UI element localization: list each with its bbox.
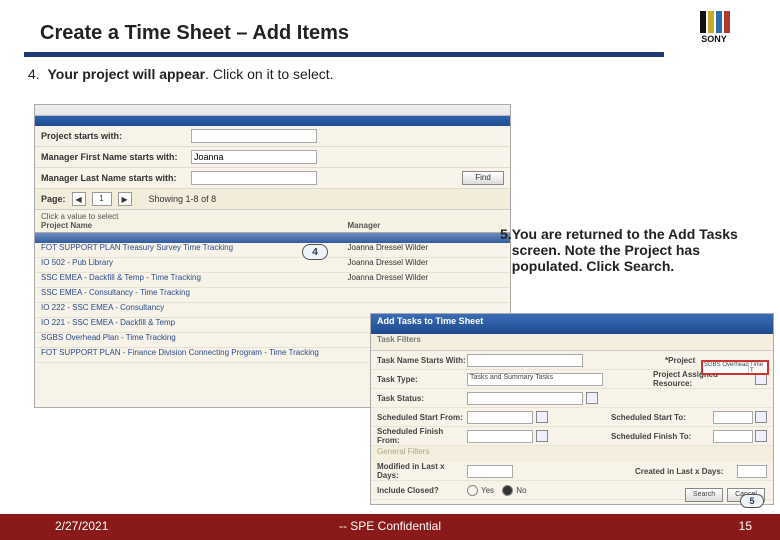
include-closed-no[interactable] [502,485,513,496]
slide-footer: 2/27/2021 -- SPE Confidential 15 [0,514,780,540]
sched-finish-to[interactable] [713,430,753,443]
dialog-title: Add Tasks to Time Sheet [371,314,773,334]
table-row[interactable]: IO 502 - Pub LibraryJoanna Dressel Wilde… [35,258,510,273]
calendar-icon[interactable] [755,411,767,423]
sched-finish-from[interactable] [467,430,533,443]
dropdown-icon[interactable] [586,392,598,404]
task-status-select[interactable] [467,392,583,405]
footer-page-number: 15 [739,519,752,533]
slide-title: Create a Time Sheet – Add Items [40,22,349,45]
task-filters-tab[interactable]: Task Filters [371,334,773,351]
filter-mgr-last-label: Manager Last Name starts with: [41,173,191,183]
calendar-icon[interactable] [755,430,767,442]
svg-text:SONY: SONY [701,34,727,44]
calendar-icon[interactable] [536,430,548,442]
table-row[interactable]: SSC EMEA - Dackfill & Temp - Time Tracki… [35,273,510,288]
task-name-input[interactable] [467,354,583,367]
pager-prev[interactable]: ◀ [72,192,86,206]
footer-date: 2/27/2021 [55,519,108,533]
pager-page[interactable]: 1 [92,192,112,206]
search-button[interactable]: Search [685,488,723,502]
modified-days-input[interactable] [467,465,513,478]
filter-mgr-last-input[interactable] [191,171,317,185]
created-days-input[interactable] [737,465,767,478]
find-button[interactable]: Find [462,171,504,185]
step-5-text: 5.You are returned to the Add Tasks scre… [500,226,760,274]
sony-logo: SONY [696,8,758,44]
task-type-select[interactable]: Tasks and Summary Tasks [467,373,603,386]
include-closed-yes[interactable] [467,485,478,496]
general-filters-header: General Filters [371,446,773,462]
results-header: Click a value to selectProject Name Mana… [35,210,510,233]
callout-badge-5: 5 [740,494,764,508]
filter-mgr-first-label: Manager First Name starts with: [41,152,191,162]
table-row[interactable]: FOT SUPPORT PLAN Treasury Survey Time Tr… [35,243,510,258]
callout-badge-4: 4 [302,244,328,260]
filter-mgr-first-input[interactable] [191,150,317,164]
project-populated-highlight: SGBS Overhead Plan Time T [701,360,769,375]
step-4-text: 4. Your project will appear. Click on it… [28,66,334,82]
sched-start-from[interactable] [467,411,533,424]
filter-project-starts-input[interactable] [191,129,317,143]
pager-next[interactable]: ▶ [118,192,132,206]
add-tasks-screenshot: Add Tasks to Time Sheet Task Filters Tas… [370,313,774,505]
filter-project-starts-label: Project starts with: [41,131,191,141]
calendar-icon[interactable] [536,411,548,423]
sched-start-to[interactable] [713,411,753,424]
table-row[interactable]: SSC EMEA - Consultancy - Time Tracking [35,288,510,303]
title-rule [24,52,664,57]
footer-confidential: -- SPE Confidential [339,519,441,533]
